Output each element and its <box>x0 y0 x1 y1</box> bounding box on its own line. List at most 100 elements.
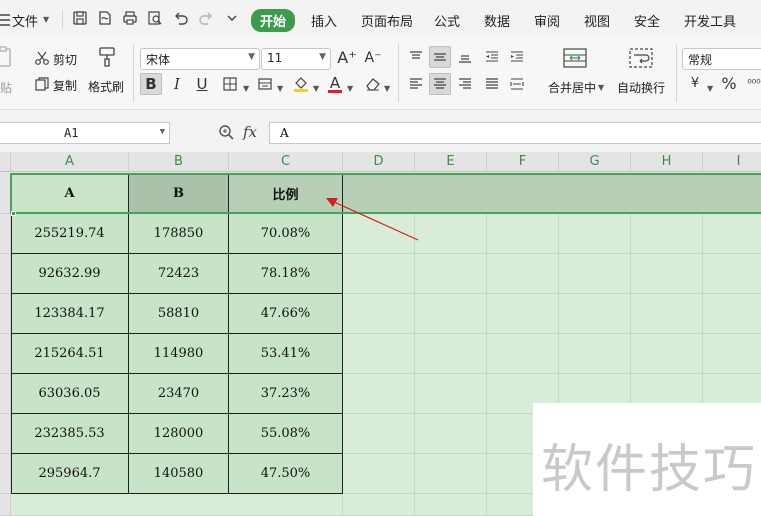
divider <box>676 44 677 102</box>
divider <box>62 10 63 28</box>
align-middle-icon <box>434 53 446 61</box>
distribute-button[interactable] <box>506 73 528 95</box>
copy-button[interactable]: 复制 <box>53 77 77 94</box>
chevron-down-icon[interactable]: ▼ <box>707 84 713 93</box>
format-painter-button[interactable]: 格式刷 <box>88 78 124 95</box>
formula-input-value: A <box>280 126 289 140</box>
decrease-indent-icon <box>486 51 498 62</box>
wrap-text-button[interactable]: 自动换行 <box>617 79 665 96</box>
tab-data[interactable]: 数据 <box>484 11 510 30</box>
zoom-search-icon[interactable] <box>218 124 234 140</box>
italic-button[interactable]: I <box>166 73 188 95</box>
customize-toolbar-icon[interactable] <box>224 10 240 26</box>
print-preview-icon[interactable] <box>147 10 163 26</box>
comma-style-button[interactable]: ⁰⁰⁰ <box>743 73 761 95</box>
increase-font-button[interactable]: A⁺ <box>336 47 358 69</box>
align-right-icon <box>459 78 471 89</box>
distribute-icon <box>510 78 524 90</box>
font-size-value: 11 <box>267 51 283 65</box>
align-center-icon <box>434 78 446 89</box>
chevron-down-icon[interactable]: ▼ <box>243 84 249 93</box>
tab-page-layout[interactable]: 页面布局 <box>361 11 413 30</box>
chevron-down-icon[interactable]: ▼ <box>277 84 283 93</box>
print-icon[interactable] <box>122 10 138 26</box>
bold-button[interactable]: B <box>140 73 162 95</box>
borders-icon <box>223 77 237 91</box>
paste-button[interactable]: 粘贴 <box>0 79 12 96</box>
number-format-value: 常规 <box>688 53 713 67</box>
ribbon-toolbar: 粘贴 剪切 复制 格式刷 宋体 ▼ 11 ▼ A⁺ A⁻ B I U ▼ ▼ ▼… <box>0 38 761 110</box>
menu-file[interactable]: 文件 <box>12 11 38 30</box>
decrease-indent-button[interactable] <box>481 46 503 68</box>
align-left-icon <box>410 78 422 89</box>
save-icon[interactable] <box>72 10 88 26</box>
cut-button[interactable]: 剪切 <box>53 51 77 68</box>
format-painter-icon[interactable] <box>96 46 118 68</box>
align-middle-button[interactable] <box>429 46 451 68</box>
align-bottom-icon <box>459 55 471 63</box>
tab-security[interactable]: 安全 <box>634 11 660 30</box>
underline-button[interactable]: U <box>191 73 213 95</box>
decrease-font-button[interactable]: A⁻ <box>362 47 384 69</box>
undo-icon[interactable] <box>173 10 189 26</box>
divider <box>398 44 399 102</box>
increase-indent-button[interactable] <box>506 46 528 68</box>
cell-style-icon <box>258 78 272 90</box>
chevron-down-icon[interactable]: ▼ <box>384 84 390 93</box>
justify-button[interactable] <box>481 73 503 95</box>
export-pdf-icon[interactable] <box>97 10 113 26</box>
borders-button[interactable] <box>219 73 241 95</box>
fx-icon[interactable]: fx <box>243 123 257 141</box>
font-name-select[interactable]: 宋体 ▼ <box>140 48 260 70</box>
wrap-text-icon[interactable] <box>628 47 654 69</box>
paste-icon[interactable] <box>0 46 14 68</box>
watermark-text: 软件技巧 <box>541 440 758 500</box>
fill-bucket-icon <box>294 77 308 92</box>
tab-view[interactable]: 视图 <box>584 11 610 30</box>
menu-bar: 文件 ▼ 开始 插入 页面布局 公式 数据 审阅 视图 安全 开发工具 <box>0 0 761 38</box>
chevron-down-icon[interactable]: ▼ <box>160 127 165 137</box>
merge-center-button[interactable]: 合并居中 <box>548 79 596 96</box>
align-top-icon <box>410 51 422 59</box>
currency-icon: ¥ <box>690 76 700 91</box>
fill-color-button[interactable] <box>290 73 312 95</box>
name-box-value: A1 <box>64 126 79 140</box>
chevron-down-icon: ▼ <box>248 52 255 62</box>
decrease-font-icon: A⁻ <box>364 50 382 66</box>
cell-style-button[interactable] <box>254 73 276 95</box>
align-left-button[interactable] <box>405 73 427 95</box>
formula-input[interactable]: A <box>269 122 761 144</box>
menu-lines-icon[interactable] <box>0 12 10 28</box>
font-size-select[interactable]: 11 ▼ <box>261 48 331 70</box>
merge-cells-icon[interactable] <box>562 47 588 69</box>
formula-bar: A1 ▼ fx A <box>0 110 761 152</box>
watermark: 软件技巧 <box>533 403 761 516</box>
tab-formulas[interactable]: 公式 <box>434 11 460 30</box>
currency-button[interactable]: ¥ <box>684 73 706 95</box>
font-color-swatch <box>328 90 342 93</box>
number-format-select[interactable]: 常规 <box>682 48 761 70</box>
chevron-down-icon[interactable]: ▼ <box>347 84 353 93</box>
percent-button[interactable]: % <box>718 73 740 95</box>
align-bottom-button[interactable] <box>454 46 476 68</box>
align-top-button[interactable] <box>405 46 427 68</box>
scissors-icon[interactable] <box>34 50 50 66</box>
divider <box>133 44 134 102</box>
tab-review[interactable]: 审阅 <box>534 11 560 30</box>
increase-indent-icon <box>511 51 523 62</box>
redo-icon[interactable] <box>198 10 214 26</box>
copy-icon[interactable] <box>34 76 50 92</box>
font-name-value: 宋体 <box>146 53 171 67</box>
comma-icon: ⁰⁰⁰ <box>747 77 761 90</box>
chevron-down-icon[interactable]: ▼ <box>313 84 319 93</box>
chevron-down-icon[interactable]: ▼ <box>43 15 49 24</box>
clear-button[interactable] <box>362 73 384 95</box>
chevron-down-icon[interactable]: ▼ <box>598 83 604 92</box>
align-right-button[interactable] <box>454 73 476 95</box>
tab-home[interactable]: 开始 <box>251 9 296 32</box>
tab-developer[interactable]: 开发工具 <box>684 11 736 30</box>
eraser-icon <box>366 78 380 91</box>
align-center-button[interactable] <box>429 73 451 95</box>
name-box[interactable]: A1 ▼ <box>0 122 170 144</box>
tab-insert[interactable]: 插入 <box>311 11 337 30</box>
